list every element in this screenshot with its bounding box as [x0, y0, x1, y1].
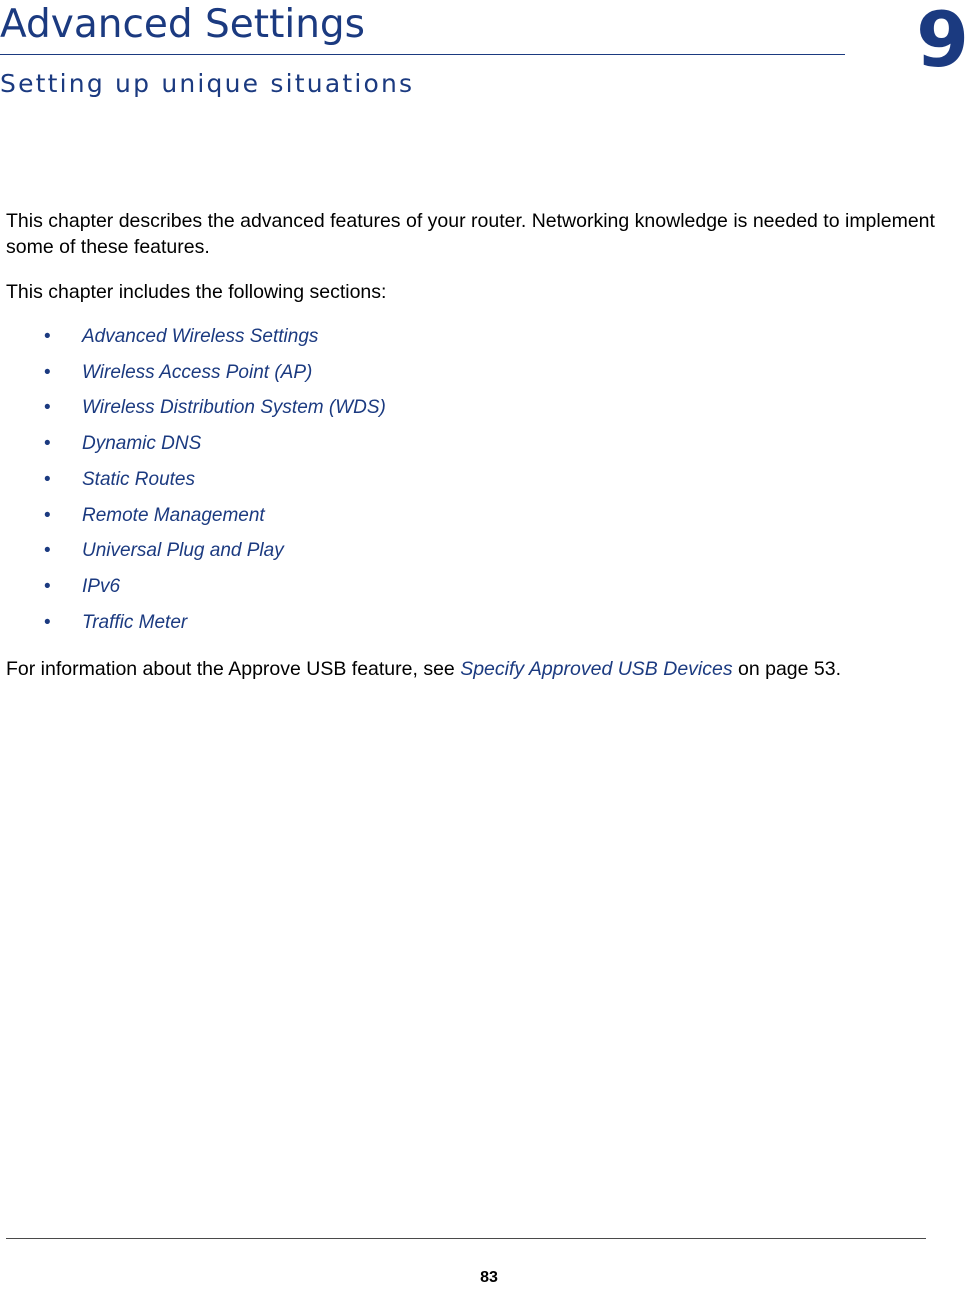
- section-link-label: Universal Plug and Play: [82, 540, 284, 562]
- list-item[interactable]: • Static Routes: [6, 462, 966, 498]
- list-item[interactable]: • Wireless Access Point (AP): [6, 355, 966, 391]
- bullet-icon: •: [44, 504, 51, 526]
- chapter-header: Advanced Settings Setting up unique situ…: [0, 0, 845, 101]
- bullet-icon: •: [44, 433, 51, 455]
- bullet-icon: •: [44, 611, 51, 633]
- footer-divider: [6, 1238, 926, 1239]
- bullet-icon: •: [44, 468, 51, 490]
- sections-lead-in: This chapter includes the following sect…: [6, 281, 387, 303]
- section-link-label: IPv6: [82, 575, 121, 597]
- title-divider: [0, 54, 845, 55]
- bullet-icon: •: [44, 575, 51, 597]
- section-link-list: • Advanced Wireless Settings • Wireless …: [6, 319, 966, 640]
- section-link-label: Static Routes: [82, 468, 195, 490]
- approved-usb-devices-link[interactable]: Specify Approved USB Devices: [460, 658, 732, 680]
- document-page: 9 Advanced Settings Setting up unique si…: [0, 0, 978, 1314]
- intro-paragraph: This chapter describes the advanced feat…: [6, 210, 935, 258]
- page-title: Advanced Settings: [0, 2, 365, 47]
- section-link-label: Wireless Access Point (AP): [82, 361, 313, 383]
- list-item[interactable]: • Universal Plug and Play: [6, 533, 966, 569]
- closing-note: For information about the Approve USB fe…: [6, 656, 966, 682]
- closing-note-after: on page 53.: [732, 658, 842, 681]
- section-link-label: Remote Management: [82, 504, 265, 526]
- body-content: This chapter describes the advanced feat…: [6, 208, 966, 701]
- section-link-label: Advanced Wireless Settings: [82, 326, 319, 347]
- chapter-subtitle: Setting up unique situations: [0, 69, 415, 98]
- list-item[interactable]: • Advanced Wireless Settings: [6, 319, 966, 355]
- list-item[interactable]: • IPv6: [6, 569, 966, 605]
- chapter-number: 9: [916, 0, 969, 84]
- bullet-icon: •: [44, 540, 51, 562]
- bullet-icon: •: [44, 326, 51, 347]
- section-link-label: Wireless Distribution System (WDS): [82, 397, 386, 419]
- page-number: 83: [480, 1269, 498, 1286]
- list-item[interactable]: • Dynamic DNS: [6, 426, 966, 462]
- list-item[interactable]: • Remote Management: [6, 498, 966, 534]
- section-link-label: Traffic Meter: [82, 611, 188, 633]
- list-item[interactable]: • Wireless Distribution System (WDS): [6, 390, 966, 426]
- list-item[interactable]: • Traffic Meter: [6, 605, 966, 641]
- closing-note-before: For information about the Approve USB fe…: [6, 658, 461, 681]
- section-link-label: Dynamic DNS: [82, 433, 202, 455]
- bullet-icon: •: [44, 397, 51, 419]
- bullet-icon: •: [44, 361, 51, 383]
